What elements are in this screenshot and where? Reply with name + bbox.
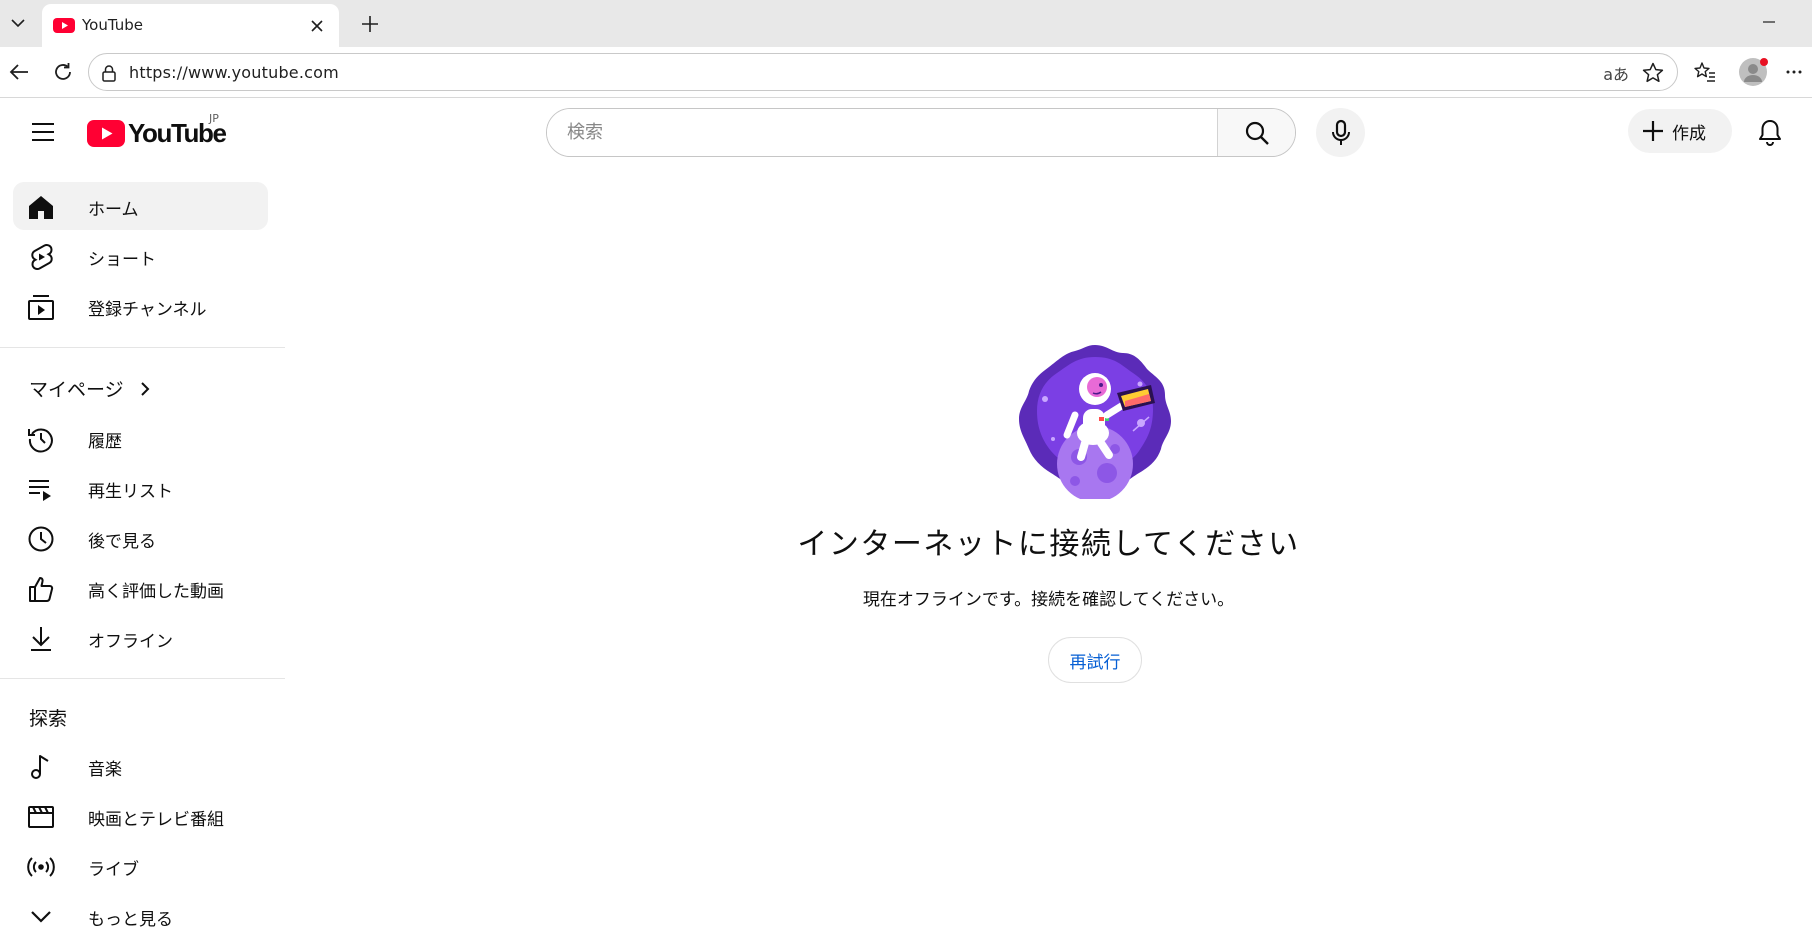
reload-icon	[55, 63, 71, 80]
address-bar[interactable]: https://www.youtube.com aあ	[88, 53, 1678, 91]
playlist-icon	[27, 475, 55, 503]
watch-later-icon	[27, 525, 55, 553]
favorite-star-icon[interactable]	[1641, 61, 1665, 85]
lock-icon[interactable]	[99, 63, 119, 83]
sidebar-item-label: 登録チャンネル	[88, 300, 207, 320]
reload-button[interactable]	[48, 57, 78, 87]
astronaut-offline-illustration	[1019, 345, 1171, 499]
subscriptions-icon	[27, 293, 55, 321]
browser-tab-bar: YouTube	[0, 0, 1812, 47]
search-box	[546, 108, 1296, 157]
sidebar-item-label: ライブ	[88, 860, 139, 880]
sidebar-item-downloads[interactable]: オフライン	[13, 614, 268, 662]
microphone-icon	[1331, 119, 1350, 145]
hamburger-menu-icon	[32, 123, 54, 141]
sidebar-item-label: ショート	[88, 250, 156, 270]
notifications-button[interactable]	[1750, 112, 1790, 152]
sidebar-item-movies-tv[interactable]: 映画とテレビ番組	[13, 792, 268, 840]
new-tab-button[interactable]	[355, 9, 385, 39]
voice-search-button[interactable]	[1316, 108, 1365, 157]
avatar-icon	[1739, 58, 1768, 86]
sidebar-item-label: 映画とテレビ番組	[88, 810, 224, 830]
sidebar-item-playlists[interactable]: 再生リスト	[13, 464, 268, 512]
home-icon	[27, 193, 55, 221]
offline-title: インターネットに接続してください	[797, 527, 1300, 562]
search-input[interactable]	[547, 109, 1217, 156]
more-horizontal-icon	[1786, 70, 1802, 74]
sidebar-item-home[interactable]: ホーム	[13, 182, 268, 230]
plus-icon	[362, 16, 378, 32]
offline-message-panel: インターネットに接続してください 現在オフラインです。接続を確認してください。 …	[285, 164, 1812, 937]
sidebar-item-label: 再生リスト	[88, 482, 173, 502]
window-minimize-button[interactable]	[1752, 8, 1786, 36]
movies-icon	[27, 803, 55, 831]
sidebar-item-liked-videos[interactable]: 高く評価した動画	[13, 564, 268, 612]
music-icon	[27, 753, 55, 781]
create-label: 作成	[1672, 123, 1706, 144]
tab-list-button[interactable]	[0, 6, 36, 40]
search-icon	[1245, 121, 1269, 145]
sidebar-divider	[0, 347, 285, 348]
tab-close-button[interactable]	[305, 14, 329, 38]
profile-button[interactable]	[1735, 54, 1771, 90]
favorites-list-icon	[1694, 62, 1715, 82]
chevron-right-icon	[140, 381, 150, 396]
search-button[interactable]	[1217, 109, 1295, 156]
sidebar-item-history[interactable]: 履歴	[13, 414, 268, 462]
guide-menu-button[interactable]	[25, 117, 61, 147]
sidebar-item-label: もっと見る	[88, 910, 173, 930]
section-title-my-page: マイページ	[29, 379, 124, 401]
browser-nav-bar: https://www.youtube.com aあ	[0, 47, 1812, 98]
bell-icon	[1759, 120, 1781, 146]
like-icon	[27, 575, 55, 603]
create-button[interactable]: 作成	[1628, 109, 1732, 153]
browser-menu-button[interactable]	[1779, 57, 1809, 87]
browser-tab-youtube[interactable]: YouTube	[42, 4, 339, 47]
plus-icon	[1643, 121, 1663, 141]
my-page-link[interactable]: マイページ	[29, 375, 152, 402]
sidebar-item-label: 音楽	[88, 760, 122, 780]
tab-title: YouTube	[82, 16, 143, 34]
region-code: JP	[209, 112, 219, 125]
sidebar-item-watch-later[interactable]: 後で見る	[13, 514, 268, 562]
youtube-logo[interactable]: YouTube	[87, 116, 227, 150]
sidebar-item-show-more[interactable]: もっと見る	[13, 892, 268, 940]
sidebar-item-subscriptions[interactable]: 登録チャンネル	[13, 282, 268, 330]
shorts-icon	[27, 243, 55, 271]
chevron-down-icon	[27, 903, 55, 931]
sidebar-item-label: 履歴	[88, 432, 122, 452]
guide-sidebar: ホーム ショート 登録チャンネル マイページ 履歴 再生リスト 後で見る 高く評…	[0, 164, 285, 937]
minimize-icon	[1763, 21, 1775, 23]
youtube-favicon-icon	[53, 18, 75, 33]
sidebar-item-label: 後で見る	[88, 532, 156, 552]
sidebar-item-music[interactable]: 音楽	[13, 742, 268, 790]
history-icon	[27, 425, 55, 453]
live-icon	[27, 853, 55, 881]
favorites-button[interactable]	[1690, 57, 1720, 87]
offline-description: 現在オフラインです。接続を確認してください。	[862, 590, 1235, 610]
download-icon	[27, 625, 55, 653]
close-icon	[311, 20, 323, 32]
url-text[interactable]: https://www.youtube.com	[129, 63, 339, 82]
sidebar-item-label: ホーム	[88, 200, 139, 220]
sidebar-item-shorts[interactable]: ショート	[13, 232, 268, 280]
retry-button[interactable]: 再試行	[1048, 637, 1142, 683]
youtube-masthead: YouTube JP 作成	[0, 98, 1812, 164]
section-title-explore: 探索	[29, 708, 68, 730]
chevron-down-icon	[11, 19, 25, 28]
sidebar-item-label: 高く評価した動画	[88, 582, 224, 602]
back-button[interactable]	[4, 57, 34, 87]
arrow-left-icon	[9, 64, 28, 80]
sidebar-item-label: オフライン	[88, 632, 173, 652]
youtube-play-logo-icon	[87, 119, 125, 147]
read-aloud-icon[interactable]: aあ	[1603, 61, 1629, 85]
sidebar-item-live[interactable]: ライブ	[13, 842, 268, 890]
sidebar-divider	[0, 678, 285, 679]
